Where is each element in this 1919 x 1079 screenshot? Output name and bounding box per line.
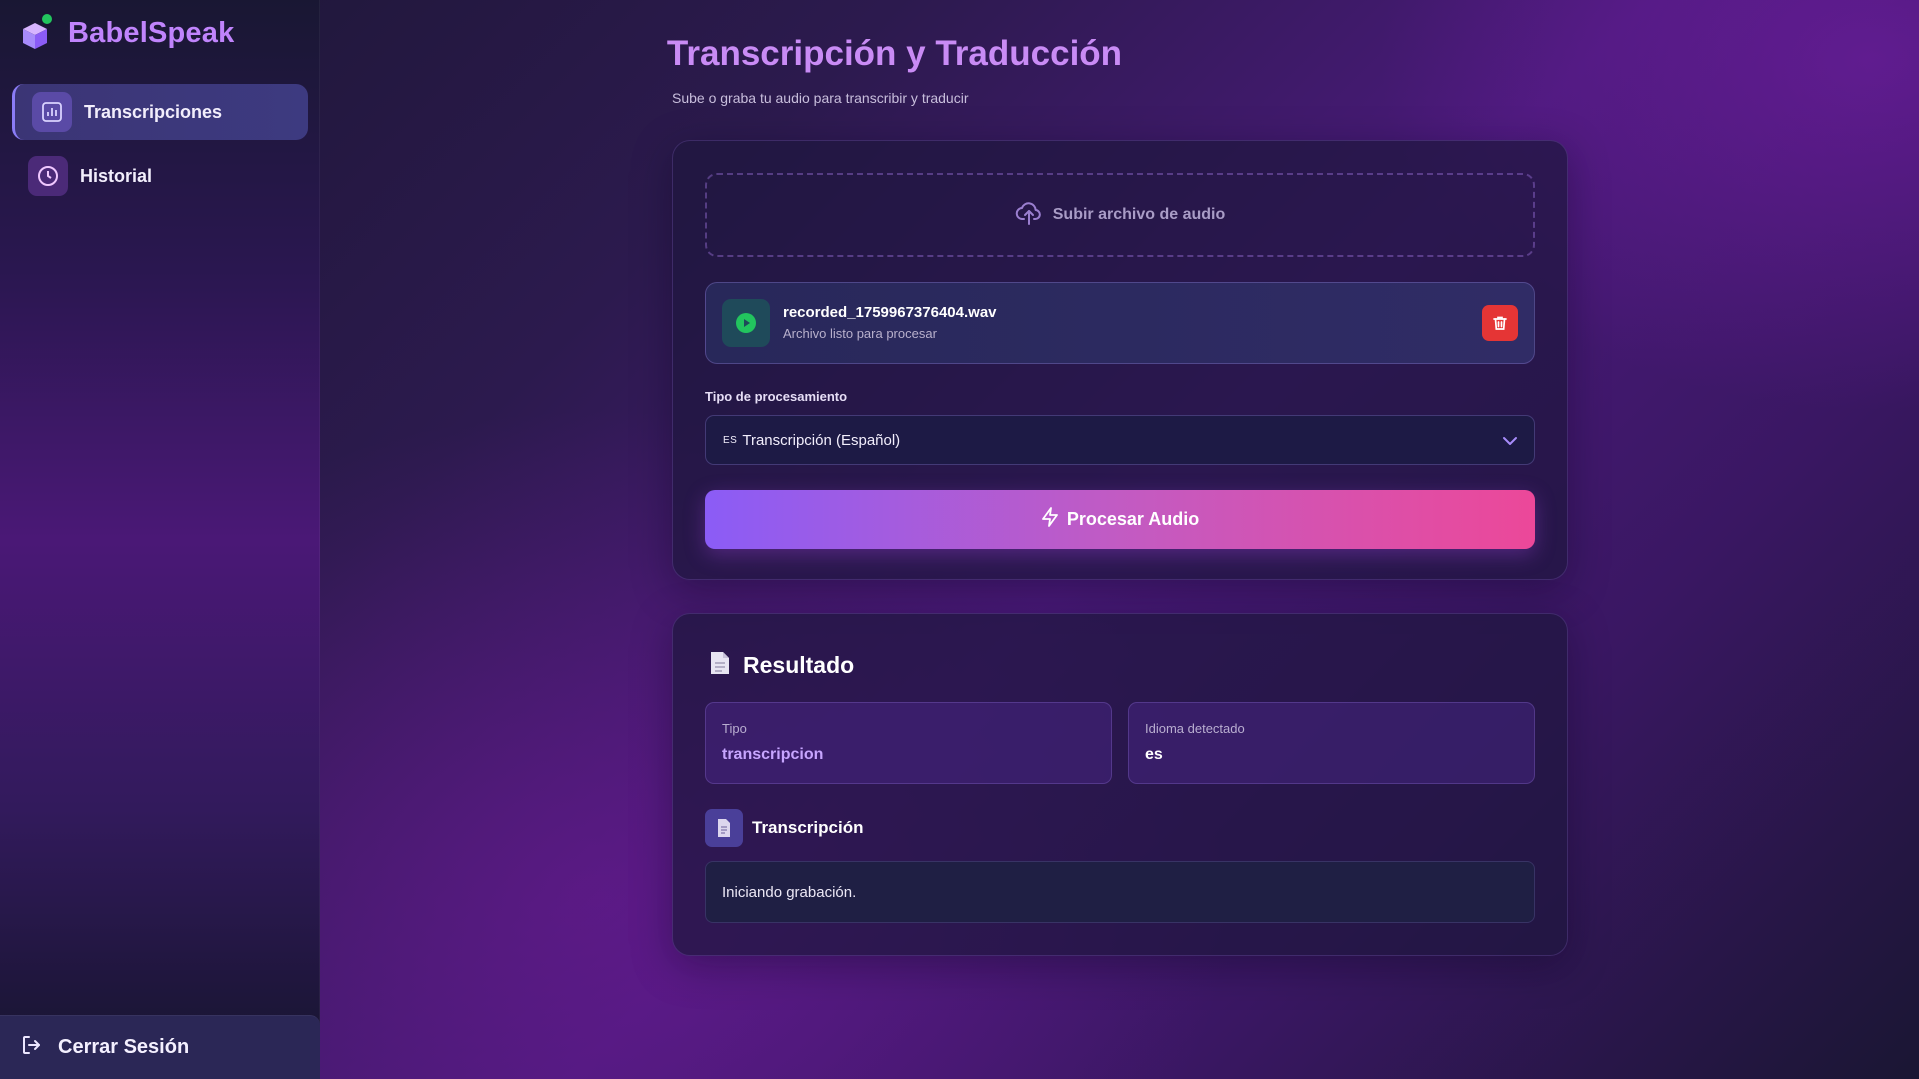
detected-language-box: Idioma detectado es xyxy=(1128,702,1535,784)
transcription-header: Transcripción xyxy=(705,809,863,847)
file-name: recorded_1759967376404.wav xyxy=(783,304,997,321)
upload-dropzone[interactable]: Subir archivo de audio xyxy=(705,173,1535,257)
upload-card: Subir archivo de audio recorded_17599673… xyxy=(672,140,1568,580)
result-type-value: transcripcion xyxy=(722,746,824,763)
result-header: Resultado xyxy=(709,650,854,681)
clock-icon xyxy=(28,156,68,196)
upload-label: Subir archivo de audio xyxy=(1052,206,1226,223)
process-audio-button[interactable]: Procesar Audio xyxy=(705,490,1535,549)
logout-button[interactable]: Cerrar Sesión xyxy=(0,1015,320,1079)
detected-language-value: es xyxy=(1145,746,1163,763)
sidebar-item-label: Transcripciones xyxy=(84,101,223,122)
language-flag: ES xyxy=(723,434,738,446)
page-subtitle: Sube o graba tu audio para transcribir y… xyxy=(672,90,969,106)
play-button[interactable] xyxy=(722,299,770,347)
logout-icon xyxy=(20,1033,44,1062)
sidebar-item-label: Historial xyxy=(80,165,153,186)
file-status: Archivo listo para procesar xyxy=(783,326,937,341)
process-audio-label: Procesar Audio xyxy=(1066,509,1200,529)
transcription-title: Transcripción xyxy=(752,818,864,837)
sidebar-item-transcripciones[interactable]: Transcripciones xyxy=(12,84,308,140)
result-card: Resultado Tipo transcripcion Idioma dete… xyxy=(672,613,1568,956)
chevron-down-icon xyxy=(1500,431,1520,456)
processing-type-value: Transcripción (Español) xyxy=(742,431,901,449)
transcription-text-box: Iniciando grabación. xyxy=(705,861,1535,923)
sidebar: BabelSpeak Transcripciones Historial Cer… xyxy=(0,0,320,1079)
transcription-text: Iniciando grabación. xyxy=(722,883,857,901)
processing-type-select[interactable]: ES Transcripción (Español) xyxy=(705,415,1535,465)
play-icon xyxy=(736,313,756,333)
result-title: Resultado xyxy=(743,652,855,678)
result-type-box: Tipo transcripcion xyxy=(705,702,1112,784)
page-title: Transcripción y Traducción xyxy=(0,34,1919,74)
document-icon xyxy=(709,650,731,681)
document-icon xyxy=(705,809,743,847)
sidebar-item-historial[interactable]: Historial xyxy=(12,148,308,204)
delete-file-button[interactable] xyxy=(1482,305,1518,341)
logout-label: Cerrar Sesión xyxy=(58,1036,190,1058)
result-type-label: Tipo xyxy=(722,721,747,736)
lightning-icon xyxy=(1041,507,1059,532)
bar-chart-icon xyxy=(32,92,72,132)
upload-cloud-icon xyxy=(1015,199,1043,232)
detected-language-label: Idioma detectado xyxy=(1145,721,1245,736)
trash-icon xyxy=(1493,316,1507,330)
page-title-text: Transcripción y Traducción xyxy=(666,34,1123,73)
audio-file-item: recorded_1759967376404.wav Archivo listo… xyxy=(705,282,1535,364)
processing-type-label: Tipo de procesamiento xyxy=(705,389,848,404)
